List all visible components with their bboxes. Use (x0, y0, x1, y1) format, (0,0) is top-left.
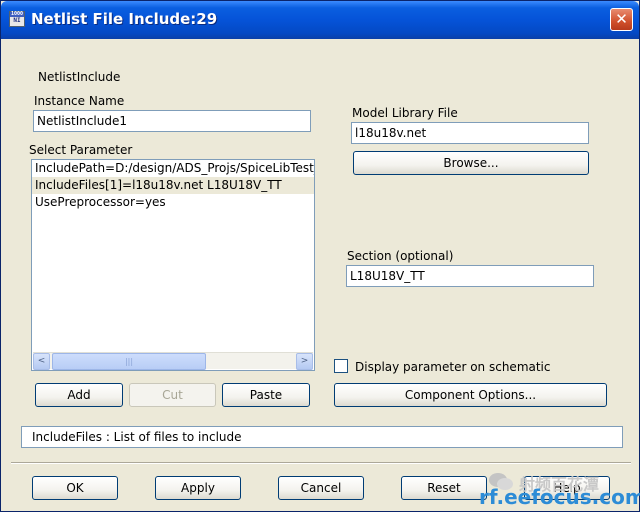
close-button[interactable]: ✕ (610, 8, 633, 31)
component-name-label: NetlistInclude (38, 70, 121, 84)
scroll-right-arrow-icon[interactable]: > (296, 353, 313, 370)
dialog-window: 1000 NI Netlist File Include:29 ✕ Netlis… (0, 0, 640, 512)
section-input[interactable]: L18U18V_TT (346, 265, 594, 287)
cut-button[interactable]: Cut (129, 383, 216, 407)
display-parameter-checkbox[interactable] (334, 359, 348, 373)
section-label: Section (optional) (347, 249, 454, 263)
footer-divider (11, 462, 631, 464)
title-bar[interactable]: 1000 NI Netlist File Include:29 ✕ (1, 1, 639, 39)
browse-button[interactable]: Browse... (353, 151, 589, 175)
ok-button[interactable]: OK (32, 476, 118, 500)
list-item[interactable]: IncludePath=D:/design/ADS_Projs/SpiceLib… (32, 160, 314, 177)
add-button[interactable]: Add (35, 383, 123, 407)
netlist-app-icon: 1000 NI (9, 11, 25, 27)
display-parameter-label: Display parameter on schematic (355, 360, 551, 374)
model-library-label: Model Library File (352, 106, 458, 120)
apply-button[interactable]: Apply (155, 476, 241, 500)
model-library-input[interactable]: l18u18v.net (351, 122, 589, 144)
list-item-selected[interactable]: IncludeFiles[1]=l18u18v.net L18U18V_TT (32, 177, 314, 194)
scrollbar-thumb[interactable]: ||| (52, 353, 206, 370)
window-title: Netlist File Include:29 (31, 10, 218, 28)
cancel-button[interactable]: Cancel (278, 476, 364, 500)
instance-name-label: Instance Name (34, 94, 125, 108)
horizontal-scrollbar[interactable]: < ||| > (33, 352, 313, 370)
list-item[interactable]: UsePreprocessor=yes (32, 194, 314, 211)
status-description: IncludeFiles : List of files to include (21, 426, 623, 448)
instance-name-input[interactable]: NetlistInclude1 (33, 110, 311, 132)
select-parameter-label: Select Parameter (29, 143, 133, 157)
parameter-list[interactable]: IncludePath=D:/design/ADS_Projs/SpiceLib… (31, 159, 315, 371)
close-icon: ✕ (615, 10, 628, 28)
scrollbar-grip-icon: ||| (124, 357, 134, 366)
reset-button[interactable]: Reset (401, 476, 487, 500)
paste-button[interactable]: Paste (222, 383, 310, 407)
scroll-left-arrow-icon[interactable]: < (33, 353, 50, 370)
component-options-button[interactable]: Component Options... (334, 383, 607, 407)
watermark-url-text: rf.eefocus.com (479, 485, 640, 509)
app-icon-main-text: NI (13, 17, 21, 24)
